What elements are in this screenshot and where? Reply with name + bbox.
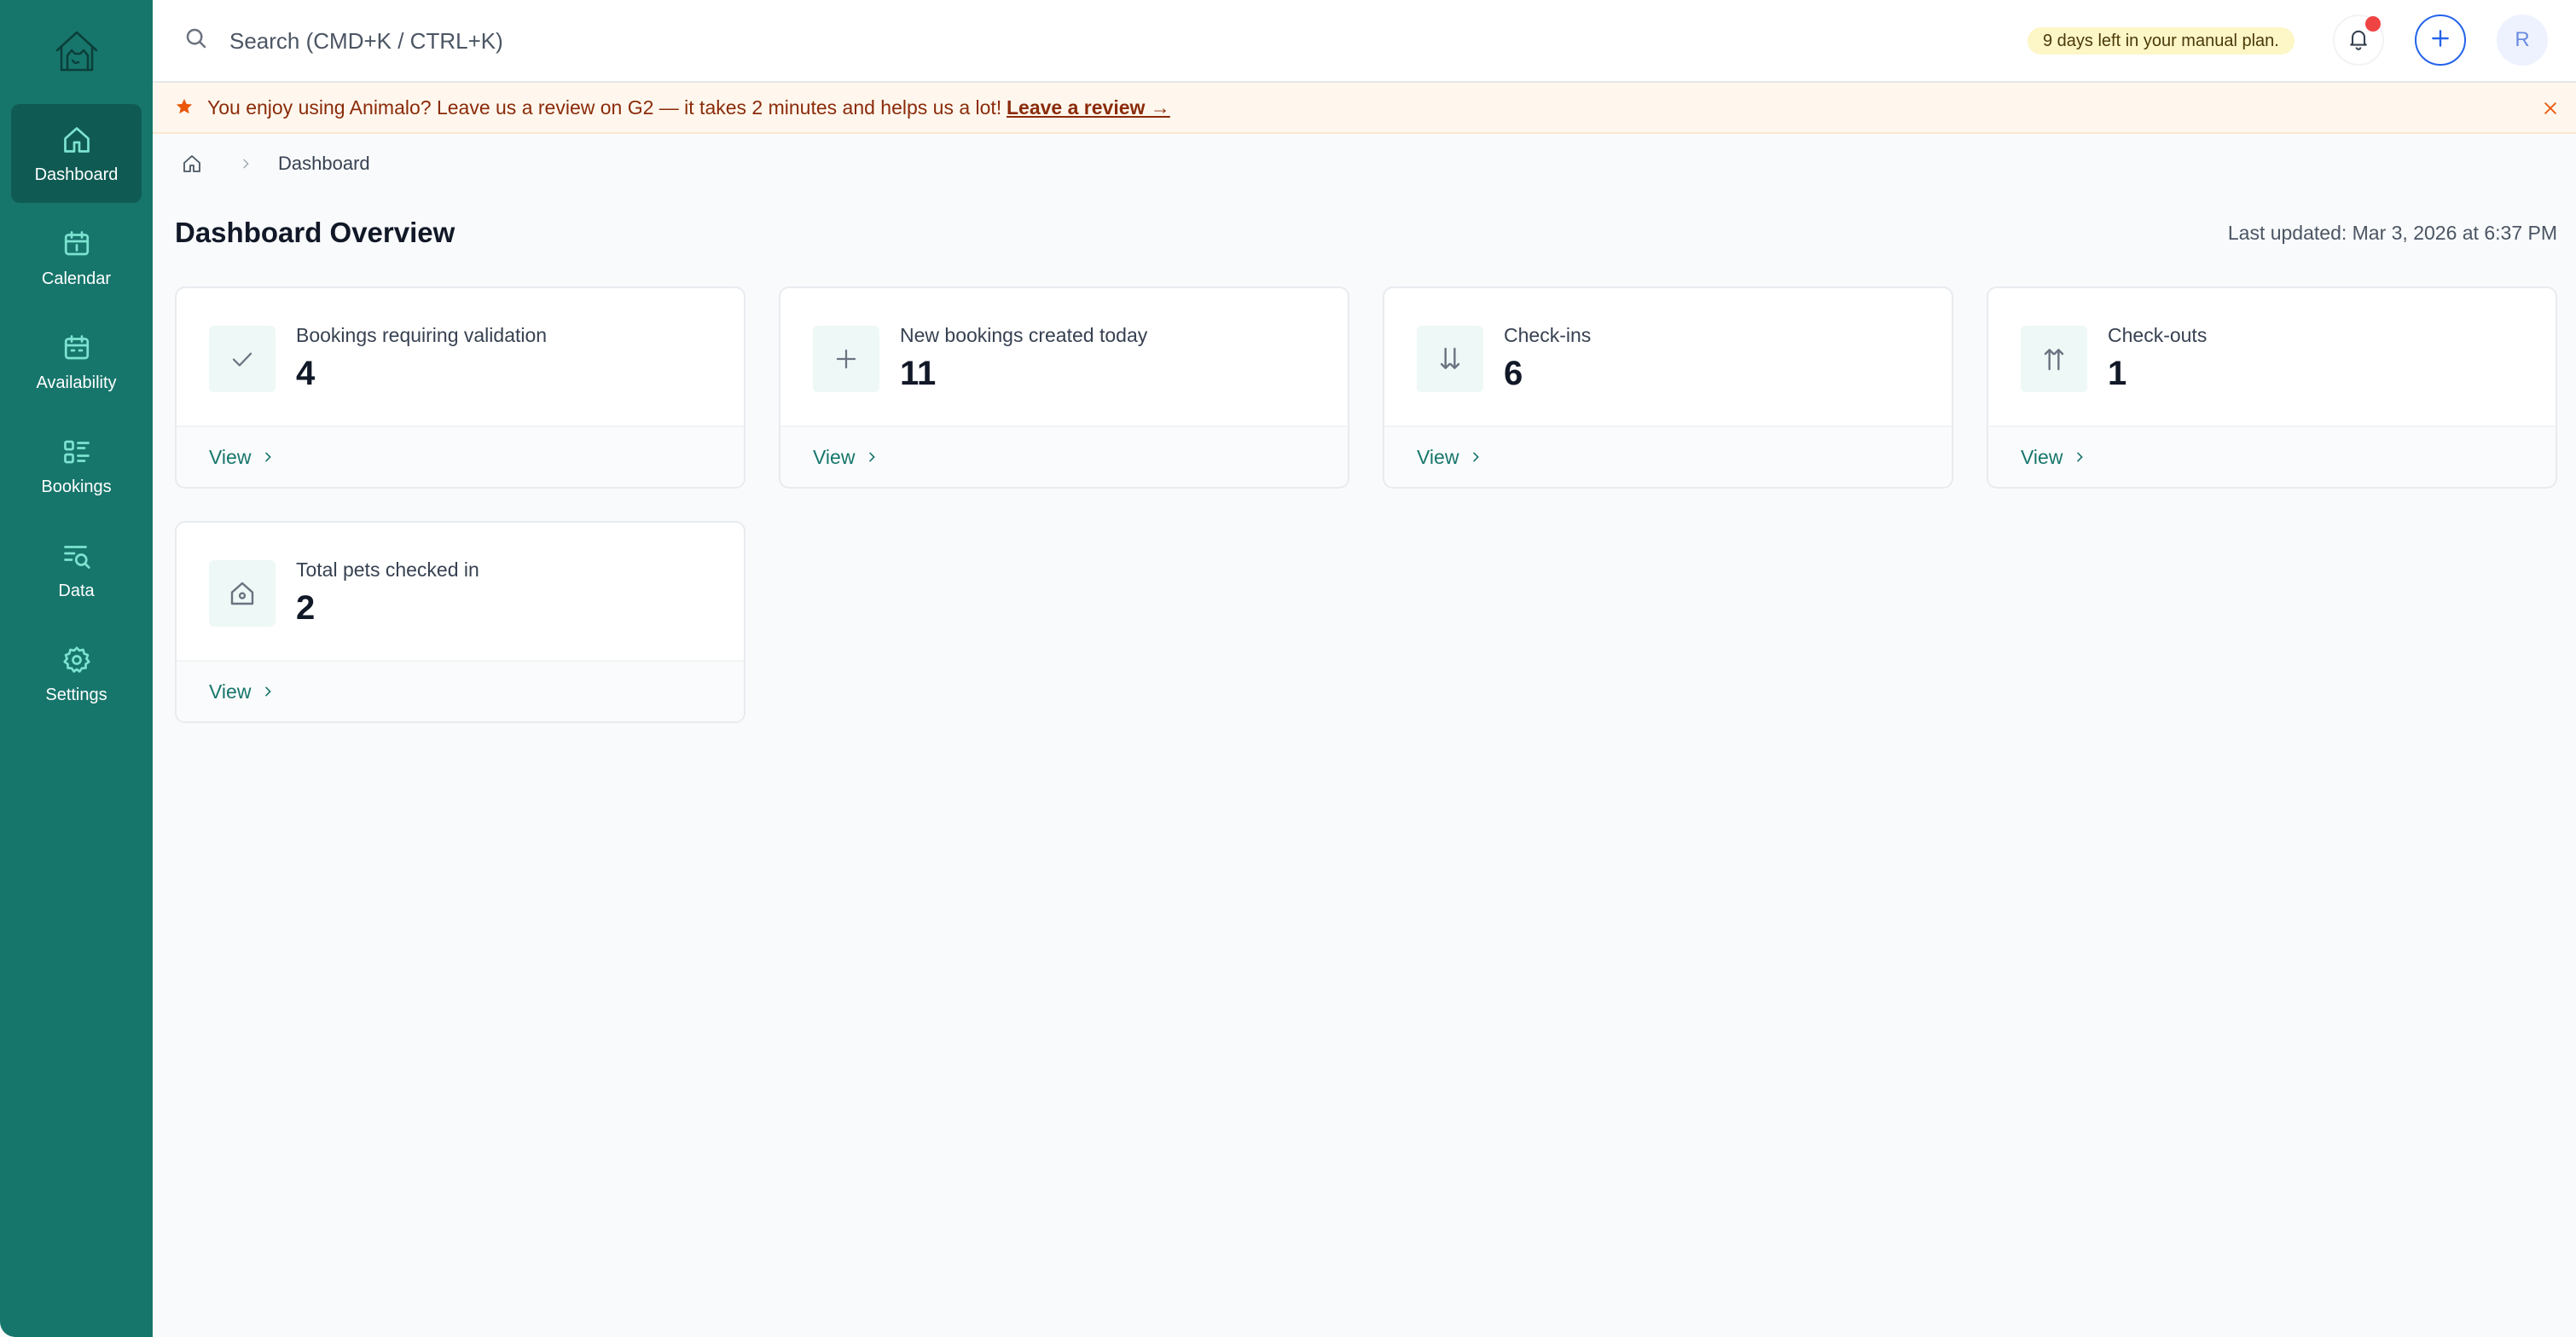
- chevron-right-icon: [237, 155, 254, 172]
- card-value: 6: [1504, 355, 1523, 392]
- sidebar-item-label: Calendar: [41, 269, 112, 288]
- sidebar: Dashboard Calendar Availability Bookings…: [0, 0, 153, 1337]
- card-footer: View: [1384, 425, 1952, 487]
- card-label: New bookings created today: [900, 324, 1148, 346]
- card-label: Check-ins: [1504, 324, 1592, 346]
- card-label: Check-outs: [2108, 324, 2208, 346]
- card-value: 11: [900, 355, 937, 392]
- stat-card-new-bookings: New bookings created today 11 View: [779, 286, 1349, 489]
- arrows-up-icon: [2021, 326, 2087, 392]
- calendar-availability-icon: [60, 331, 94, 365]
- view-link[interactable]: View: [813, 446, 880, 469]
- sidebar-nav: Dashboard Calendar Availability Bookings…: [0, 104, 153, 728]
- house-pet-logo[interactable]: [49, 24, 104, 78]
- card-label: Total pets checked in: [296, 559, 479, 581]
- sidebar-item-label: Dashboard: [34, 165, 119, 184]
- sidebar-item-data[interactable]: Data: [11, 520, 142, 619]
- avatar[interactable]: R: [2497, 14, 2548, 66]
- arrows-down-icon: [1417, 326, 1483, 392]
- card-value: 2: [296, 589, 316, 627]
- page-title: Dashboard Overview: [175, 217, 455, 248]
- breadcrumb-current: Dashboard: [278, 153, 370, 174]
- view-link[interactable]: View: [209, 680, 276, 703]
- chevron-right-icon: [261, 449, 276, 465]
- notification-dot: [2365, 16, 2381, 32]
- card-label: Bookings requiring validation: [296, 324, 548, 346]
- view-label: View: [1417, 445, 1459, 468]
- chevron-right-icon: [2073, 449, 2088, 465]
- card-footer: View: [780, 425, 1348, 487]
- leave-review-link[interactable]: Leave a review →: [1007, 96, 1170, 119]
- chevron-right-icon: [1469, 449, 1484, 465]
- sidebar-item-calendar[interactable]: Calendar: [11, 208, 142, 307]
- top-bar: 9 days left in your manual plan. R: [153, 0, 2576, 83]
- last-updated: Last updated: Mar 3, 2026 at 6:37 PM: [2227, 222, 2557, 244]
- list-icon: [60, 435, 94, 469]
- view-label: View: [813, 445, 856, 468]
- stat-card-check-outs: Check-outs 1 View: [1987, 286, 2557, 489]
- card-value: 1: [2108, 355, 2127, 392]
- stat-card-check-ins: Check-ins 6 View: [1383, 286, 1953, 489]
- sidebar-item-settings[interactable]: Settings: [11, 624, 142, 723]
- view-link[interactable]: View: [2021, 446, 2088, 469]
- chevron-right-icon: [261, 684, 276, 699]
- notifications-button[interactable]: [2333, 14, 2384, 66]
- card-value: 4: [296, 355, 316, 392]
- search-icon: [183, 26, 214, 56]
- bell-icon: [2347, 26, 2370, 55]
- breadcrumb: Dashboard: [181, 150, 370, 177]
- gear-icon: [60, 643, 94, 677]
- create-button[interactable]: [2415, 14, 2466, 66]
- stat-card-validation: Bookings requiring validation 4 View: [175, 286, 746, 489]
- calendar-icon: [60, 227, 94, 261]
- view-link[interactable]: View: [1417, 446, 1484, 469]
- stat-card-pets-checked-in: Total pets checked in 2 View: [175, 521, 746, 723]
- view-label: View: [209, 445, 252, 468]
- star-icon: [175, 97, 195, 118]
- card-footer: View: [177, 425, 744, 487]
- sidebar-item-label: Bookings: [41, 477, 112, 496]
- data-search-icon: [60, 539, 94, 573]
- trial-badge[interactable]: 9 days left in your manual plan.: [2028, 27, 2295, 55]
- plus-icon: [2429, 27, 2451, 54]
- sidebar-item-label: Data: [58, 581, 95, 600]
- close-icon[interactable]: [2538, 96, 2562, 120]
- sidebar-item-bookings[interactable]: Bookings: [11, 416, 142, 515]
- sidebar-item-availability[interactable]: Availability: [11, 312, 142, 411]
- sidebar-item-label: Availability: [36, 373, 117, 392]
- review-banner: You enjoy using Animalo? Leave us a revi…: [153, 83, 2576, 134]
- card-footer: View: [177, 660, 744, 721]
- home-icon[interactable]: [181, 153, 203, 175]
- view-label: View: [2021, 445, 2063, 468]
- home-icon: [60, 123, 94, 157]
- sidebar-item-dashboard[interactable]: Dashboard: [11, 104, 142, 203]
- sidebar-item-label: Settings: [45, 685, 107, 704]
- house-icon: [209, 560, 276, 627]
- banner-text: You enjoy using Animalo? Leave us a revi…: [207, 96, 1002, 119]
- check-icon: [209, 326, 276, 392]
- search-input[interactable]: [229, 22, 997, 60]
- plus-icon: [813, 326, 879, 392]
- card-footer: View: [1988, 425, 2556, 487]
- view-label: View: [209, 680, 252, 703]
- chevron-right-icon: [865, 449, 880, 465]
- view-link[interactable]: View: [209, 446, 276, 469]
